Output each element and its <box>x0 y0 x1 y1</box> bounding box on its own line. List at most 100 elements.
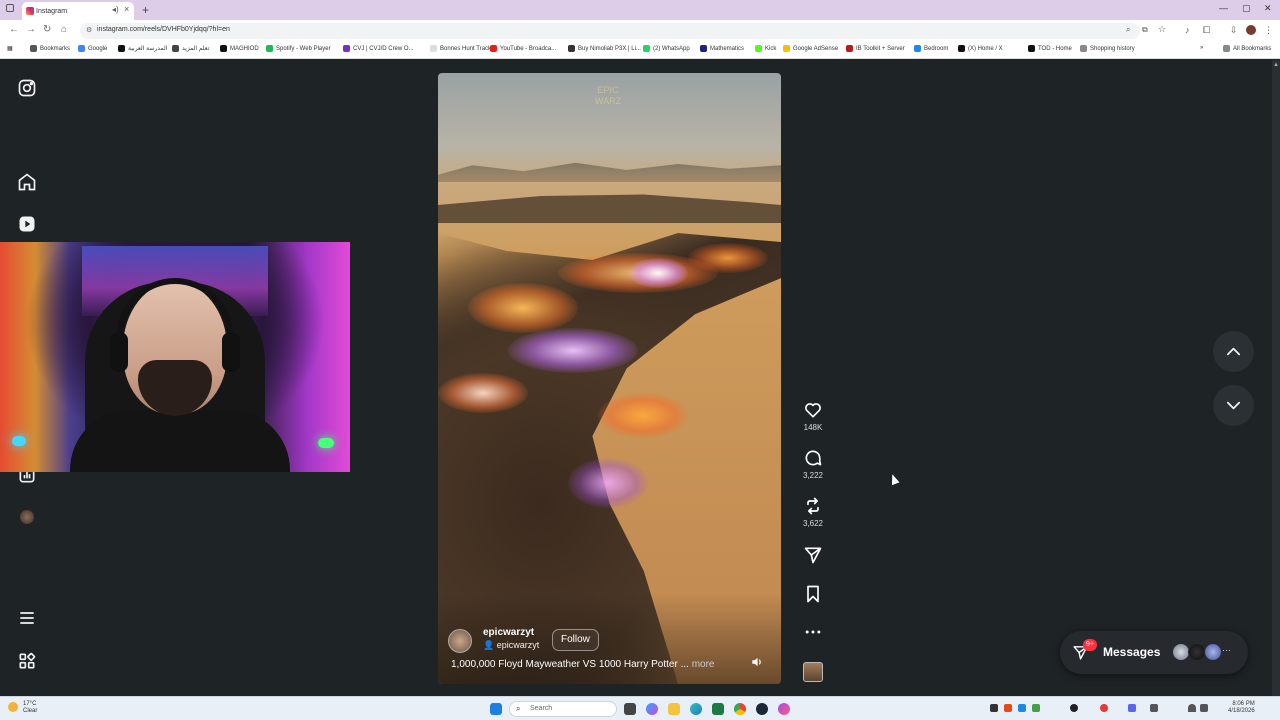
profile-avatar-sidebar[interactable] <box>20 510 34 524</box>
tray-app-icon[interactable] <box>1100 704 1108 712</box>
audio-attribution[interactable]: 👤 epicwarzyt <box>483 640 539 651</box>
file-explorer-icon[interactable] <box>668 703 680 715</box>
tray-app-icon[interactable] <box>1018 704 1026 712</box>
bookmark-item[interactable]: Buy Nimoliab P3X | Li... <box>568 45 641 52</box>
share-icon[interactable] <box>803 545 823 565</box>
browser-menu-icon[interactable]: ⋮ <box>1264 25 1273 36</box>
scroll-up-icon[interactable]: ▲ <box>1273 62 1279 68</box>
zoom-icon[interactable]: ⌕ <box>1126 25 1130 35</box>
bookmark-item[interactable]: MAGHIOD <box>220 45 259 52</box>
bookmark-item[interactable]: المدرسة العربية <box>118 45 167 52</box>
follow-button[interactable]: Follow <box>552 629 599 651</box>
save-action[interactable] <box>798 584 828 604</box>
messages-button[interactable]: 9+ Messages ··· <box>1060 631 1248 674</box>
bookmark-item[interactable]: Shopping history <box>1080 45 1135 52</box>
share-action[interactable] <box>798 545 828 565</box>
apps-grid-icon[interactable]: ▦ <box>7 45 13 52</box>
heart-icon[interactable] <box>803 400 823 420</box>
tray-app-icon[interactable] <box>1070 704 1078 712</box>
excel-icon[interactable] <box>712 703 724 715</box>
comment-icon[interactable] <box>803 448 823 468</box>
bookmark-item[interactable]: (X) Home / X <box>958 45 1003 52</box>
maximize-icon[interactable]: ▢ <box>1242 3 1251 14</box>
edge-icon[interactable] <box>690 703 702 715</box>
tab-search-icon[interactable] <box>6 4 14 12</box>
caption-more-link[interactable]: more <box>692 659 715 670</box>
bookmark-star-icon[interactable]: ☆ <box>1158 24 1166 35</box>
more-icon[interactable] <box>803 622 823 642</box>
reel-caption[interactable]: 1,000,000 Floyd Mayweather VS 1000 Harry… <box>451 659 714 670</box>
tab-audio-icon[interactable]: ◂) <box>112 5 119 14</box>
task-view-icon[interactable] <box>624 703 636 715</box>
bookmark-item[interactable]: Google <box>78 45 107 52</box>
bookmark-item[interactable]: Bedroom <box>914 45 948 52</box>
bookmark-item[interactable]: Kick <box>755 45 776 52</box>
weather-widget[interactable]: 17°C Clear <box>8 701 37 715</box>
repost-action[interactable]: 3,622 <box>798 496 828 528</box>
taskbar-clock[interactable]: 8:06 PM 4/18/2026 <box>1228 701 1255 715</box>
reload-icon[interactable]: ↻ <box>43 24 51 35</box>
bookmark-item[interactable]: YouTube - Broadca... <box>490 45 556 52</box>
bookmark-item[interactable]: Spotify - Web Player <box>266 45 331 52</box>
home-browser-icon[interactable]: ⌂ <box>61 24 67 35</box>
wifi-icon[interactable] <box>1188 704 1196 712</box>
tray-app-icon[interactable] <box>1150 704 1158 712</box>
repost-icon[interactable] <box>803 496 823 516</box>
next-reel-button[interactable] <box>1213 385 1254 426</box>
bookmark-item[interactable]: TOD - Home <box>1028 45 1072 52</box>
bookmark-item[interactable]: Bonnes Hunt Tracker <box>430 45 496 52</box>
extensions-icon[interactable]: ⧠ <box>1203 25 1210 36</box>
magic-glow <box>628 258 688 288</box>
bookmark-item[interactable]: CVJ | CVJ/D Crew O... <box>343 45 414 52</box>
address-bar[interactable]: ⚙ instagram.com/reels/DVHFb0Yjdqq/?hl=en… <box>80 23 1166 39</box>
tab-close-icon[interactable]: × <box>124 4 129 14</box>
previous-reel-button[interactable] <box>1213 331 1254 372</box>
bookmark-item[interactable]: Mathematics <box>700 45 744 52</box>
bookmark-item[interactable]: (2) WhatsApp <box>643 45 690 52</box>
close-window-icon[interactable]: ✕ <box>1264 3 1272 14</box>
tray-app-icon[interactable] <box>1032 704 1040 712</box>
bookmarks-overflow-icon[interactable]: » <box>1200 45 1203 51</box>
reels-icon[interactable] <box>17 214 37 234</box>
back-icon[interactable]: ← <box>9 24 19 35</box>
menu-icon[interactable] <box>17 608 37 628</box>
chrome-icon[interactable] <box>734 703 746 715</box>
home-icon[interactable] <box>17 172 37 192</box>
bookmark-item[interactable]: IB Toolkit + Server <box>846 45 905 52</box>
instagram-logo-icon[interactable] <box>17 78 37 98</box>
more-action[interactable] <box>798 622 828 642</box>
taskbar-search[interactable]: ⌕ Search <box>509 701 617 717</box>
site-info-icon[interactable]: ⚙ <box>86 26 92 34</box>
bookmark-item[interactable]: Bookmarks <box>30 45 70 52</box>
messenger-app-icon[interactable] <box>778 703 790 715</box>
also-from-meta-icon[interactable] <box>17 651 37 671</box>
forward-icon[interactable]: → <box>26 24 36 35</box>
comment-action[interactable]: 3,222 <box>798 448 828 480</box>
bookmark-favicon-icon <box>755 45 762 52</box>
downloads-icon[interactable]: ⇩ <box>1230 25 1238 36</box>
audio-thumbnail[interactable] <box>803 662 823 682</box>
bookmark-icon[interactable] <box>803 584 823 604</box>
browser-tab-instagram[interactable]: Instagram ◂) × <box>22 2 134 20</box>
media-control-icon[interactable]: ♪ <box>1185 25 1190 35</box>
copilot-icon[interactable] <box>646 703 658 715</box>
like-action[interactable]: 148K <box>798 400 828 432</box>
install-app-icon[interactable]: ⧉ <box>1142 25 1148 35</box>
bookmark-item[interactable]: تعلم المزيد <box>172 45 209 52</box>
author-username[interactable]: epicwarzyt <box>483 627 534 638</box>
all-bookmarks-folder[interactable]: All Bookmarks <box>1223 45 1271 52</box>
volume-icon[interactable] <box>1200 704 1208 712</box>
windows-start-icon[interactable] <box>490 703 502 715</box>
minimize-icon[interactable]: — <box>1219 3 1228 13</box>
bookmark-item[interactable]: Google AdSense <box>783 45 838 52</box>
author-avatar[interactable] <box>448 629 472 653</box>
reel-video[interactable]: EPIC WARZ epicwarzyt 👤 epicwarzyt Follow… <box>438 73 781 684</box>
steam-icon[interactable] <box>756 703 768 715</box>
profile-avatar[interactable] <box>1246 25 1256 35</box>
new-tab-button[interactable]: + <box>142 3 149 17</box>
tray-app-icon[interactable] <box>1004 704 1012 712</box>
page-scrollbar[interactable]: ▲ <box>1272 60 1280 696</box>
speaker-icon[interactable] <box>750 655 764 669</box>
tray-app-icon[interactable] <box>1128 704 1136 712</box>
tray-app-icon[interactable] <box>990 704 998 712</box>
